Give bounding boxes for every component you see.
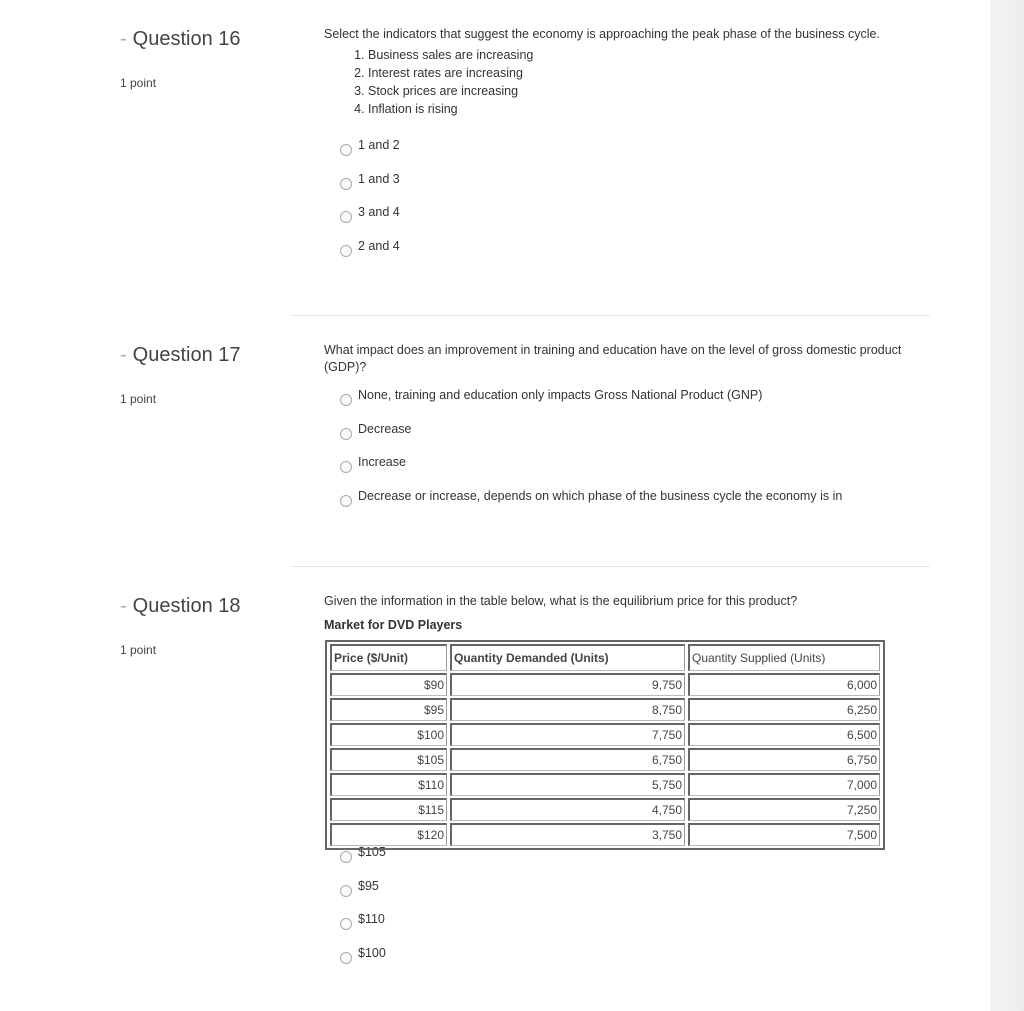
question-title: - Question 18	[120, 595, 241, 618]
table-cell: 6,250	[688, 698, 880, 721]
question-title: - Question 17	[120, 344, 241, 367]
answer-option[interactable]: 1 and 2	[340, 138, 400, 156]
collapse-dash-icon[interactable]: -	[120, 595, 127, 617]
table-row: $95 8,750 6,250	[330, 698, 880, 721]
table-cell: 6,750	[450, 748, 685, 771]
table-cell: $120	[330, 823, 447, 846]
radio-button[interactable]	[340, 461, 352, 473]
option-label: $100	[358, 945, 386, 960]
indicator-list: Business sales are increasingInterest ra…	[352, 46, 533, 118]
list-item: Business sales are increasing	[368, 46, 533, 64]
option-label: 2 and 4	[358, 238, 400, 253]
table-cell: 7,250	[688, 798, 880, 821]
table-cell: $100	[330, 723, 447, 746]
table-cell: 6,500	[688, 723, 880, 746]
option-label: $110	[358, 912, 385, 926]
answer-option[interactable]: 1 and 3	[340, 171, 400, 190]
table-cell: 5,750	[450, 773, 685, 796]
option-label: 3 and 4	[358, 205, 400, 219]
radio-button[interactable]	[340, 211, 352, 223]
question-title-text: Question 17	[132, 344, 241, 366]
radio-button[interactable]	[340, 851, 352, 863]
radio-button[interactable]	[340, 427, 352, 440]
collapse-dash-icon[interactable]: -	[120, 28, 127, 50]
table-row: $120 3,750 7,500	[330, 823, 880, 846]
answer-option[interactable]: 2 and 4	[340, 238, 400, 257]
question-points: 1 point	[120, 392, 157, 406]
option-label: Increase	[358, 455, 406, 469]
answer-option[interactable]: Increase	[340, 455, 406, 473]
answer-option[interactable]: Decrease	[340, 421, 412, 440]
question-text: What impact does an improvement in train…	[324, 343, 902, 374]
option-label: Decrease	[358, 421, 412, 436]
collapse-dash-icon[interactable]: -	[120, 344, 127, 366]
divider	[290, 566, 930, 567]
radio-button[interactable]	[340, 494, 352, 507]
list-item: Inflation is rising	[368, 100, 533, 118]
option-label: None, training and education only impact…	[358, 388, 763, 402]
table-row: $100 7,750 6,500	[330, 723, 880, 746]
list-item: Interest rates are increasing	[368, 64, 533, 82]
radio-button[interactable]	[340, 177, 352, 190]
question-title-text: Question 18	[132, 595, 241, 617]
table-row: $115 4,750 7,250	[330, 798, 880, 821]
radio-button[interactable]	[340, 884, 352, 897]
question-points: 1 point	[120, 643, 157, 657]
table-row: $105 6,750 6,750	[330, 748, 880, 771]
divider	[290, 315, 930, 316]
table-cell: $95	[330, 698, 447, 721]
radio-button[interactable]	[340, 144, 352, 156]
answer-option[interactable]: $110	[340, 912, 385, 930]
table-cell: 8,750	[450, 698, 685, 721]
table-cell: 7,500	[688, 823, 880, 846]
answer-option[interactable]: $95	[340, 878, 379, 897]
column-header: Quantity Supplied (Units)	[688, 644, 880, 671]
radio-button[interactable]	[340, 918, 352, 930]
table-cell: 4,750	[450, 798, 685, 821]
question-title: - Question 16	[120, 28, 241, 51]
question-text: Given the information in the table below…	[324, 594, 798, 608]
answer-option[interactable]: 3 and 4	[340, 205, 400, 223]
table-row: $90 9,750 6,000	[330, 673, 880, 696]
table-cell: $115	[330, 798, 447, 821]
question-title-text: Question 16	[132, 28, 241, 50]
list-item: Stock prices are increasing	[368, 82, 533, 100]
table-cell: 9,750	[450, 673, 685, 696]
table-cell: 3,750	[450, 823, 685, 846]
option-label: Decrease or increase, depends on which p…	[358, 488, 843, 503]
radio-button[interactable]	[340, 951, 352, 964]
option-label: 1 and 2	[358, 138, 400, 152]
radio-button[interactable]	[340, 244, 352, 257]
answer-option[interactable]: Decrease or increase, depends on which p…	[340, 488, 843, 507]
question-text: Select the indicators that suggest the e…	[324, 27, 880, 41]
table-cell: 6,750	[688, 748, 880, 771]
answer-option[interactable]: $100	[340, 945, 386, 964]
table-cell: $90	[330, 673, 447, 696]
column-header: Price ($/Unit)	[330, 644, 447, 671]
table-cell: 7,750	[450, 723, 685, 746]
table-title: Market for DVD Players	[324, 618, 463, 632]
option-label: $95	[358, 878, 379, 893]
table-header-row: Price ($/Unit) Quantity Demanded (Units) Q…	[330, 644, 880, 671]
scrollbar-track[interactable]	[990, 0, 1024, 1011]
answer-option[interactable]: None, training and education only impact…	[340, 388, 763, 406]
table-cell: $105	[330, 748, 447, 771]
column-header: Quantity Demanded (Units)	[450, 644, 685, 671]
market-table: Price ($/Unit) Quantity Demanded (Units) Q…	[325, 640, 885, 850]
question-points: 1 point	[120, 76, 157, 90]
radio-button[interactable]	[340, 394, 352, 406]
table-cell: 6,000	[688, 673, 880, 696]
table-cell: $110	[330, 773, 447, 796]
table-row: $110 5,750 7,000	[330, 773, 880, 796]
option-label: 1 and 3	[358, 171, 400, 186]
table-cell: 7,000	[688, 773, 880, 796]
